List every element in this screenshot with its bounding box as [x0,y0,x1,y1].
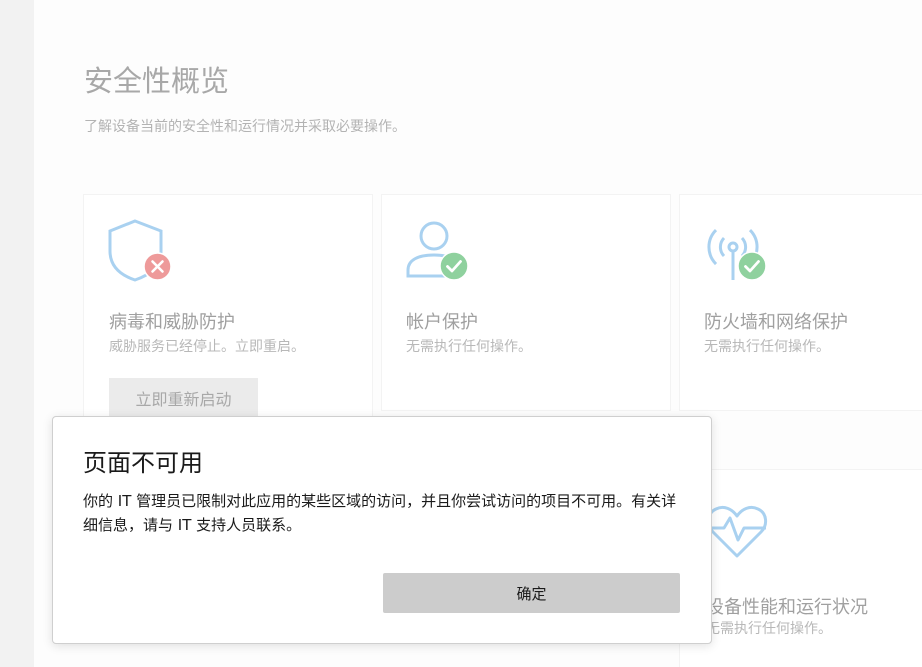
dialog-title: 页面不可用 [83,449,203,477]
card-title-account: 帐户保护 [406,312,478,333]
card-status-device-health: 无需执行任何操作。 [706,621,832,637]
check-badge-icon [439,251,469,281]
page-title: 安全性概览 [84,64,230,98]
dialog-message: 你的 IT 管理员已限制对此应用的某些区域的访问，并且你尝试访问的项目不可用。有… [83,492,677,534]
card-status-account: 无需执行任何操作。 [406,339,532,355]
check-badge-icon [737,251,767,281]
card-title-firewall: 防火墙和网络保护 [704,312,848,333]
restart-now-button[interactable]: 立即重新启动 [109,378,258,418]
card-status-virus: 威胁服务已经停止。立即重启。 [109,339,305,355]
card-title-device-health: 设备性能和运行状况 [706,597,868,618]
ok-button[interactable]: 确定 [383,573,680,613]
page-unavailable-dialog: 页面不可用 你的 IT 管理员已限制对此应用的某些区域的访问，并且你尝试访问的项… [52,416,712,644]
error-badge-icon [143,252,172,281]
nav-sidebar [0,0,34,667]
page-subtitle: 了解设备当前的安全性和运行情况并采取必要操作。 [84,119,406,135]
card-status-firewall: 无需执行任何操作。 [704,339,830,355]
heart-pulse-icon [707,505,767,558]
card-title-virus: 病毒和威胁防护 [109,312,235,333]
